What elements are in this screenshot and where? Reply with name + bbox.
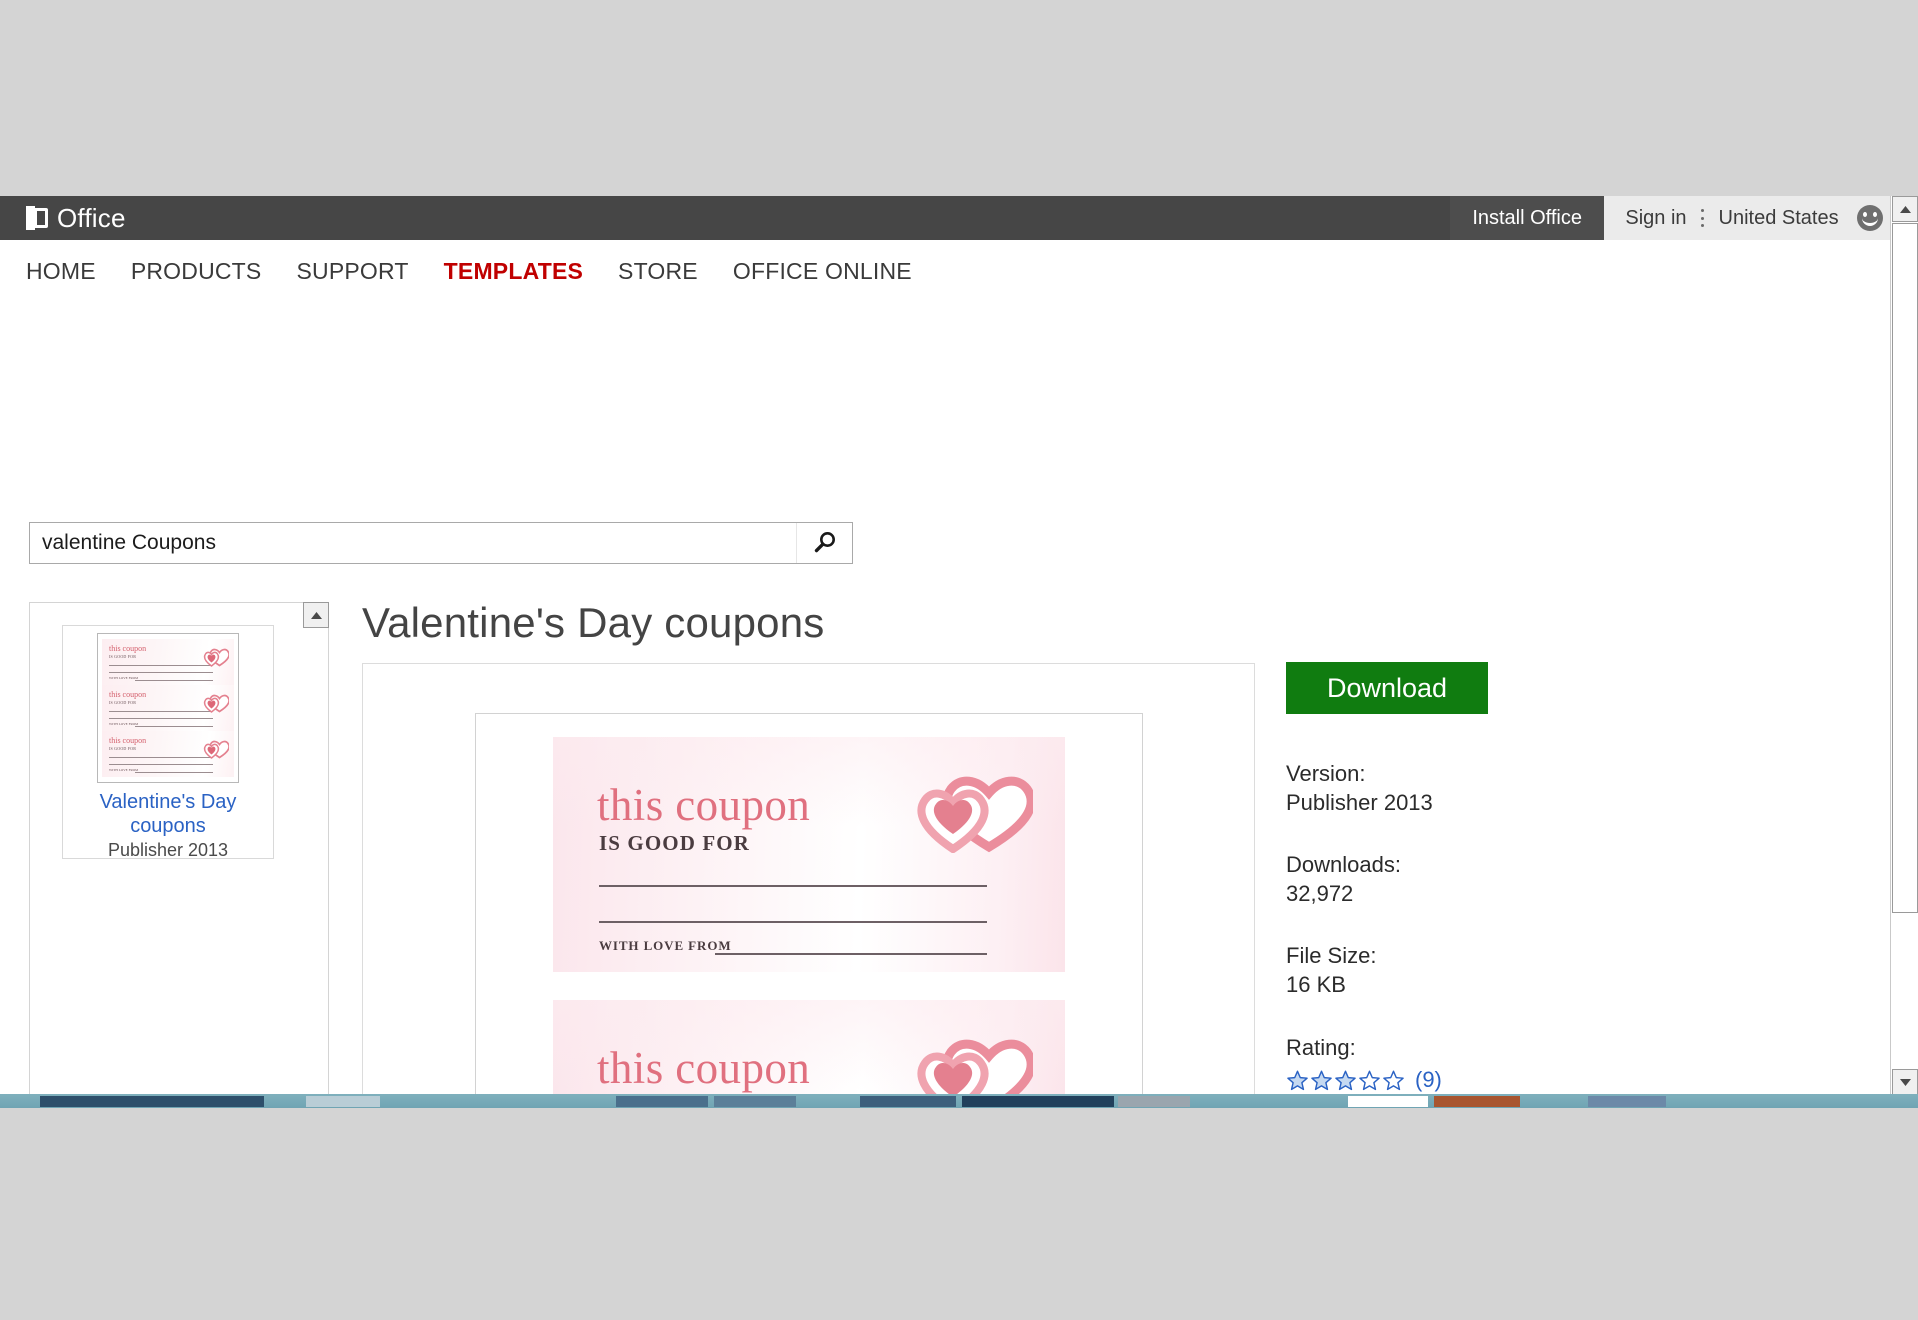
double-hearts-icon [203,691,229,713]
taskbar-item[interactable] [860,1096,956,1107]
version-label: Version: [1286,759,1686,788]
office-logo-label: Office [57,205,126,231]
search-button[interactable] [796,523,852,563]
sign-in-link[interactable]: Sign in [1611,207,1700,230]
downloads-value: 32,972 [1286,879,1686,908]
taskbar-item[interactable] [1118,1096,1190,1107]
filesize-info: File Size: 16 KB [1286,941,1686,999]
rail-scroll-up-button[interactable] [303,602,329,628]
taskbar-item[interactable] [40,1096,264,1107]
scroll-thumb[interactable] [1892,223,1918,913]
office-top-bar: Office Install Office Sign in United Sta… [0,196,1918,240]
rating-stars[interactable]: (9) [1286,1067,1686,1093]
star-icon-filled[interactable] [1310,1069,1333,1092]
template-preview-container: this coupon IS GOOD FOR WITH LOVE FROM t… [362,663,1255,1095]
list-item-title[interactable]: Valentine's Day coupons [78,790,258,838]
coupon-card: this coupon IS GOOD FOR WITH LOVE FROM [553,1000,1065,1095]
taskbar-item[interactable] [1434,1096,1520,1107]
magnifier-search-icon [811,529,839,557]
star-icon-filled[interactable] [1286,1069,1309,1092]
search-bar [29,522,853,564]
nav-item-home[interactable]: HOME [26,258,96,285]
double-hearts-icon [203,737,229,759]
double-hearts-icon [203,645,229,667]
results-rail: this coupon IS GOOD FOR WITH LOVE FROM t… [29,602,329,1095]
triangle-up-icon [1899,205,1912,214]
region-selector[interactable]: United States [1705,207,1853,230]
search-input[interactable] [30,523,796,563]
thumbnail-coupon-row: this coupon IS GOOD FOR WITH LOVE FROM [102,731,234,777]
triangle-down-icon [1899,1078,1912,1087]
thumbnail-coupon-row: this coupon IS GOOD FOR WITH LOVE FROM [102,685,234,731]
coupon-write-line [715,953,987,955]
triangle-up-icon [310,611,323,620]
template-preview-page[interactable]: this coupon IS GOOD FOR WITH LOVE FROM t… [475,713,1143,1095]
account-bar: Sign in United States [1604,196,1890,240]
taskbar-item[interactable] [616,1096,708,1107]
coupon-sheet-thumbnail: this coupon IS GOOD FOR WITH LOVE FROM t… [97,633,239,783]
list-item-subtitle: Publisher 2013 [108,840,228,861]
taskbar-item[interactable] [962,1096,1114,1107]
star-icon-empty[interactable] [1382,1069,1405,1092]
nav-item-products[interactable]: PRODUCTS [131,258,262,285]
download-button[interactable]: Download [1286,662,1488,714]
rating-info: Rating: (9) [1286,1033,1686,1093]
taskbar-item[interactable] [1348,1096,1428,1107]
thumbnail-coupon-row: this coupon IS GOOD FOR WITH LOVE FROM [102,639,234,685]
nav-item-support[interactable]: SUPPORT [296,258,408,285]
office-page-icon [26,206,48,230]
double-hearts-icon [915,1024,1033,1095]
smiley-face-icon[interactable] [1857,205,1883,231]
main-navigation: HOME PRODUCTS SUPPORT TEMPLATES STORE OF… [0,240,1918,302]
version-info: Version: Publisher 2013 [1286,759,1686,817]
coupon-subtitle: IS GOOD FOR [599,831,750,856]
rating-label: Rating: [1286,1033,1686,1062]
nav-item-office-online[interactable]: OFFICE ONLINE [733,258,912,285]
scroll-up-button[interactable] [1892,196,1918,222]
star-icon-filled[interactable] [1334,1069,1357,1092]
filesize-value: 16 KB [1286,970,1686,999]
taskbar-item[interactable] [306,1096,380,1107]
scroll-down-button[interactable] [1892,1069,1918,1095]
coupon-title: this coupon [597,1046,810,1091]
coupon-footer-label: WITH LOVE FROM [599,938,732,954]
coupon-write-line [599,885,987,887]
double-hearts-icon [915,761,1033,853]
taskbar-sliver [0,1094,1918,1108]
coupon-card: this coupon IS GOOD FOR WITH LOVE FROM [553,737,1065,972]
taskbar-item[interactable] [714,1096,796,1107]
list-item[interactable]: this coupon IS GOOD FOR WITH LOVE FROM t… [62,625,274,859]
downloads-label: Downloads: [1286,850,1686,879]
browser-viewport: Office Install Office Sign in United Sta… [0,196,1918,1095]
rating-count: (9) [1415,1067,1442,1093]
nav-item-templates[interactable]: TEMPLATES [444,258,583,285]
version-value: Publisher 2013 [1286,788,1686,817]
page-title: Valentine's Day coupons [362,599,824,647]
taskbar-item[interactable] [1588,1096,1666,1107]
star-icon-empty[interactable] [1358,1069,1381,1092]
page-scrollbar[interactable] [1890,196,1918,1095]
coupon-title: this coupon [597,783,810,828]
nav-item-store[interactable]: STORE [618,258,698,285]
office-logo[interactable]: Office [26,201,126,235]
filesize-label: File Size: [1286,941,1686,970]
downloads-info: Downloads: 32,972 [1286,850,1686,908]
install-office-button[interactable]: Install Office [1450,196,1604,240]
coupon-write-line [599,921,987,923]
